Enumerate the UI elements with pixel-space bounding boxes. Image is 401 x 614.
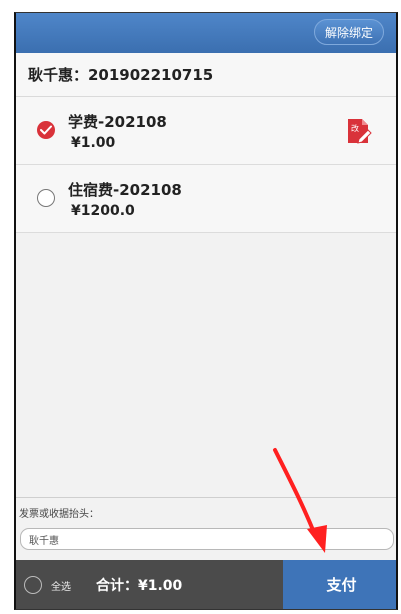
select-all-radio[interactable] [24,576,42,594]
unbind-button[interactable]: 解除绑定 [313,19,384,45]
section-divider [16,497,396,498]
fee-list: 学费-202108 ¥1.00 改 住宿费-202108 ¥1200.0 [16,97,396,233]
bottom-action-bar: 全选 合计：¥1.00 支付 [16,560,396,609]
total-panel: 全选 合计：¥1.00 [16,560,283,609]
edit-icon-text: 改 [351,123,359,133]
select-all-toggle[interactable]: 全选 [24,576,84,596]
checkbox-unchecked[interactable] [37,189,55,207]
edit-document-icon[interactable]: 改 [346,117,372,145]
invoice-title-label: 发票或收据抬头： [19,509,99,520]
fee-amount: ¥1.00 [71,135,116,151]
total-amount: 合计：¥1.00 [96,578,183,594]
select-all-label: 全选 [51,582,71,593]
phone-screen: 解除绑定 耿千惠：201902210715 学费-202108 ¥1.00 改 [14,12,398,610]
top-header: 解除绑定 [16,13,396,54]
invoice-title-input[interactable] [20,528,394,550]
checkmark-icon [40,125,52,135]
student-name-id: 耿千惠：201902210715 [28,66,214,84]
pay-button[interactable]: 支付 [283,560,396,609]
student-info-bar: 耿千惠：201902210715 [16,53,396,97]
fee-item-dormitory[interactable]: 住宿费-202108 ¥1200.0 [16,165,396,233]
checkbox-checked[interactable] [37,121,55,139]
fee-title: 住宿费-202108 [68,181,182,199]
app-frame: 解除绑定 耿千惠：201902210715 学费-202108 ¥1.00 改 [0,0,401,614]
fee-item-tuition[interactable]: 学费-202108 ¥1.00 改 [16,97,396,165]
fee-title: 学费-202108 [68,113,167,131]
fee-amount: ¥1200.0 [71,203,135,219]
